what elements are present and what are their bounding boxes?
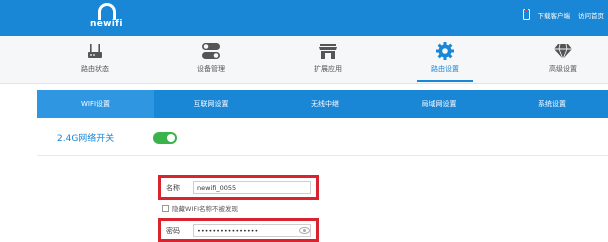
nav-item-advanced-settings[interactable]: 高级设置 bbox=[528, 36, 598, 84]
password-input[interactable] bbox=[193, 224, 311, 237]
nav-label: 扩展应用 bbox=[314, 65, 342, 73]
wifi-settings-panel: 2.4G网络开关 名称 隐藏WIFI名称不被发现 密码 bbox=[37, 118, 608, 242]
diamond-icon bbox=[554, 43, 572, 61]
tab-system-settings[interactable]: 系统设置 bbox=[496, 90, 608, 118]
tab-wifi-settings[interactable]: WIFI设置 bbox=[37, 90, 154, 118]
nav-item-extensions[interactable]: 扩展应用 bbox=[293, 36, 363, 84]
nav-item-router-settings[interactable]: 路由设置 bbox=[410, 36, 480, 84]
toggle-knob bbox=[167, 134, 175, 142]
tab-internet-settings[interactable]: 互联网设置 bbox=[154, 90, 268, 118]
logo-arch-icon bbox=[98, 3, 116, 20]
download-client-link[interactable]: 下载客户端 bbox=[538, 10, 571, 20]
top-header: newifi 下载客户端 访问首页 bbox=[0, 0, 608, 36]
tab-lan-settings[interactable]: 局域网设置 bbox=[382, 90, 496, 118]
store-icon bbox=[319, 44, 337, 59]
nav-label: 路由设置 bbox=[431, 65, 459, 73]
devices-toggle-icon bbox=[202, 43, 220, 59]
wifi-24g-toggle-label: 2.4G网络开关 bbox=[57, 134, 115, 144]
hide-ssid-checkbox[interactable] bbox=[162, 204, 169, 212]
nav-label: 路由状态 bbox=[81, 65, 109, 73]
settings-subtabs: WIFI设置 互联网设置 无线中继 局域网设置 系统设置 bbox=[37, 90, 608, 118]
phone-icon bbox=[522, 9, 530, 20]
logo-text: newifi bbox=[90, 19, 123, 29]
nav-item-router-status[interactable]: 路由状态 bbox=[60, 36, 130, 84]
visit-home-link[interactable]: 访问首页 bbox=[578, 10, 604, 20]
tab-wireless-relay[interactable]: 无线中继 bbox=[268, 90, 382, 118]
router-icon bbox=[88, 44, 102, 58]
wifi-24g-toggle[interactable] bbox=[153, 132, 177, 144]
main-nav: 路由状态 设备管理 扩展应用 路由设置 高级设置 bbox=[0, 36, 608, 84]
nav-label: 高级设置 bbox=[549, 65, 577, 73]
nav-label: 设备管理 bbox=[197, 65, 225, 73]
ssid-input[interactable] bbox=[193, 181, 311, 194]
eye-icon[interactable] bbox=[299, 227, 310, 234]
hide-ssid-row: 隐藏WIFI名称不被发现 bbox=[162, 203, 238, 213]
nav-item-device-management[interactable]: 设备管理 bbox=[176, 36, 246, 84]
hide-ssid-label: 隐藏WIFI名称不被发现 bbox=[172, 205, 238, 213]
active-nav-underline bbox=[417, 80, 473, 82]
header-links: 下载客户端 访问首页 bbox=[522, 9, 604, 20]
gear-icon bbox=[436, 42, 454, 60]
ssid-field-highlight: 名称 bbox=[158, 175, 319, 200]
password-field-highlight: 密码 bbox=[158, 218, 319, 242]
newifi-logo[interactable]: newifi bbox=[90, 2, 130, 34]
password-label: 密码 bbox=[166, 227, 180, 235]
wifi-24g-toggle-row: 2.4G网络开关 bbox=[37, 118, 608, 156]
ssid-label: 名称 bbox=[166, 184, 180, 192]
